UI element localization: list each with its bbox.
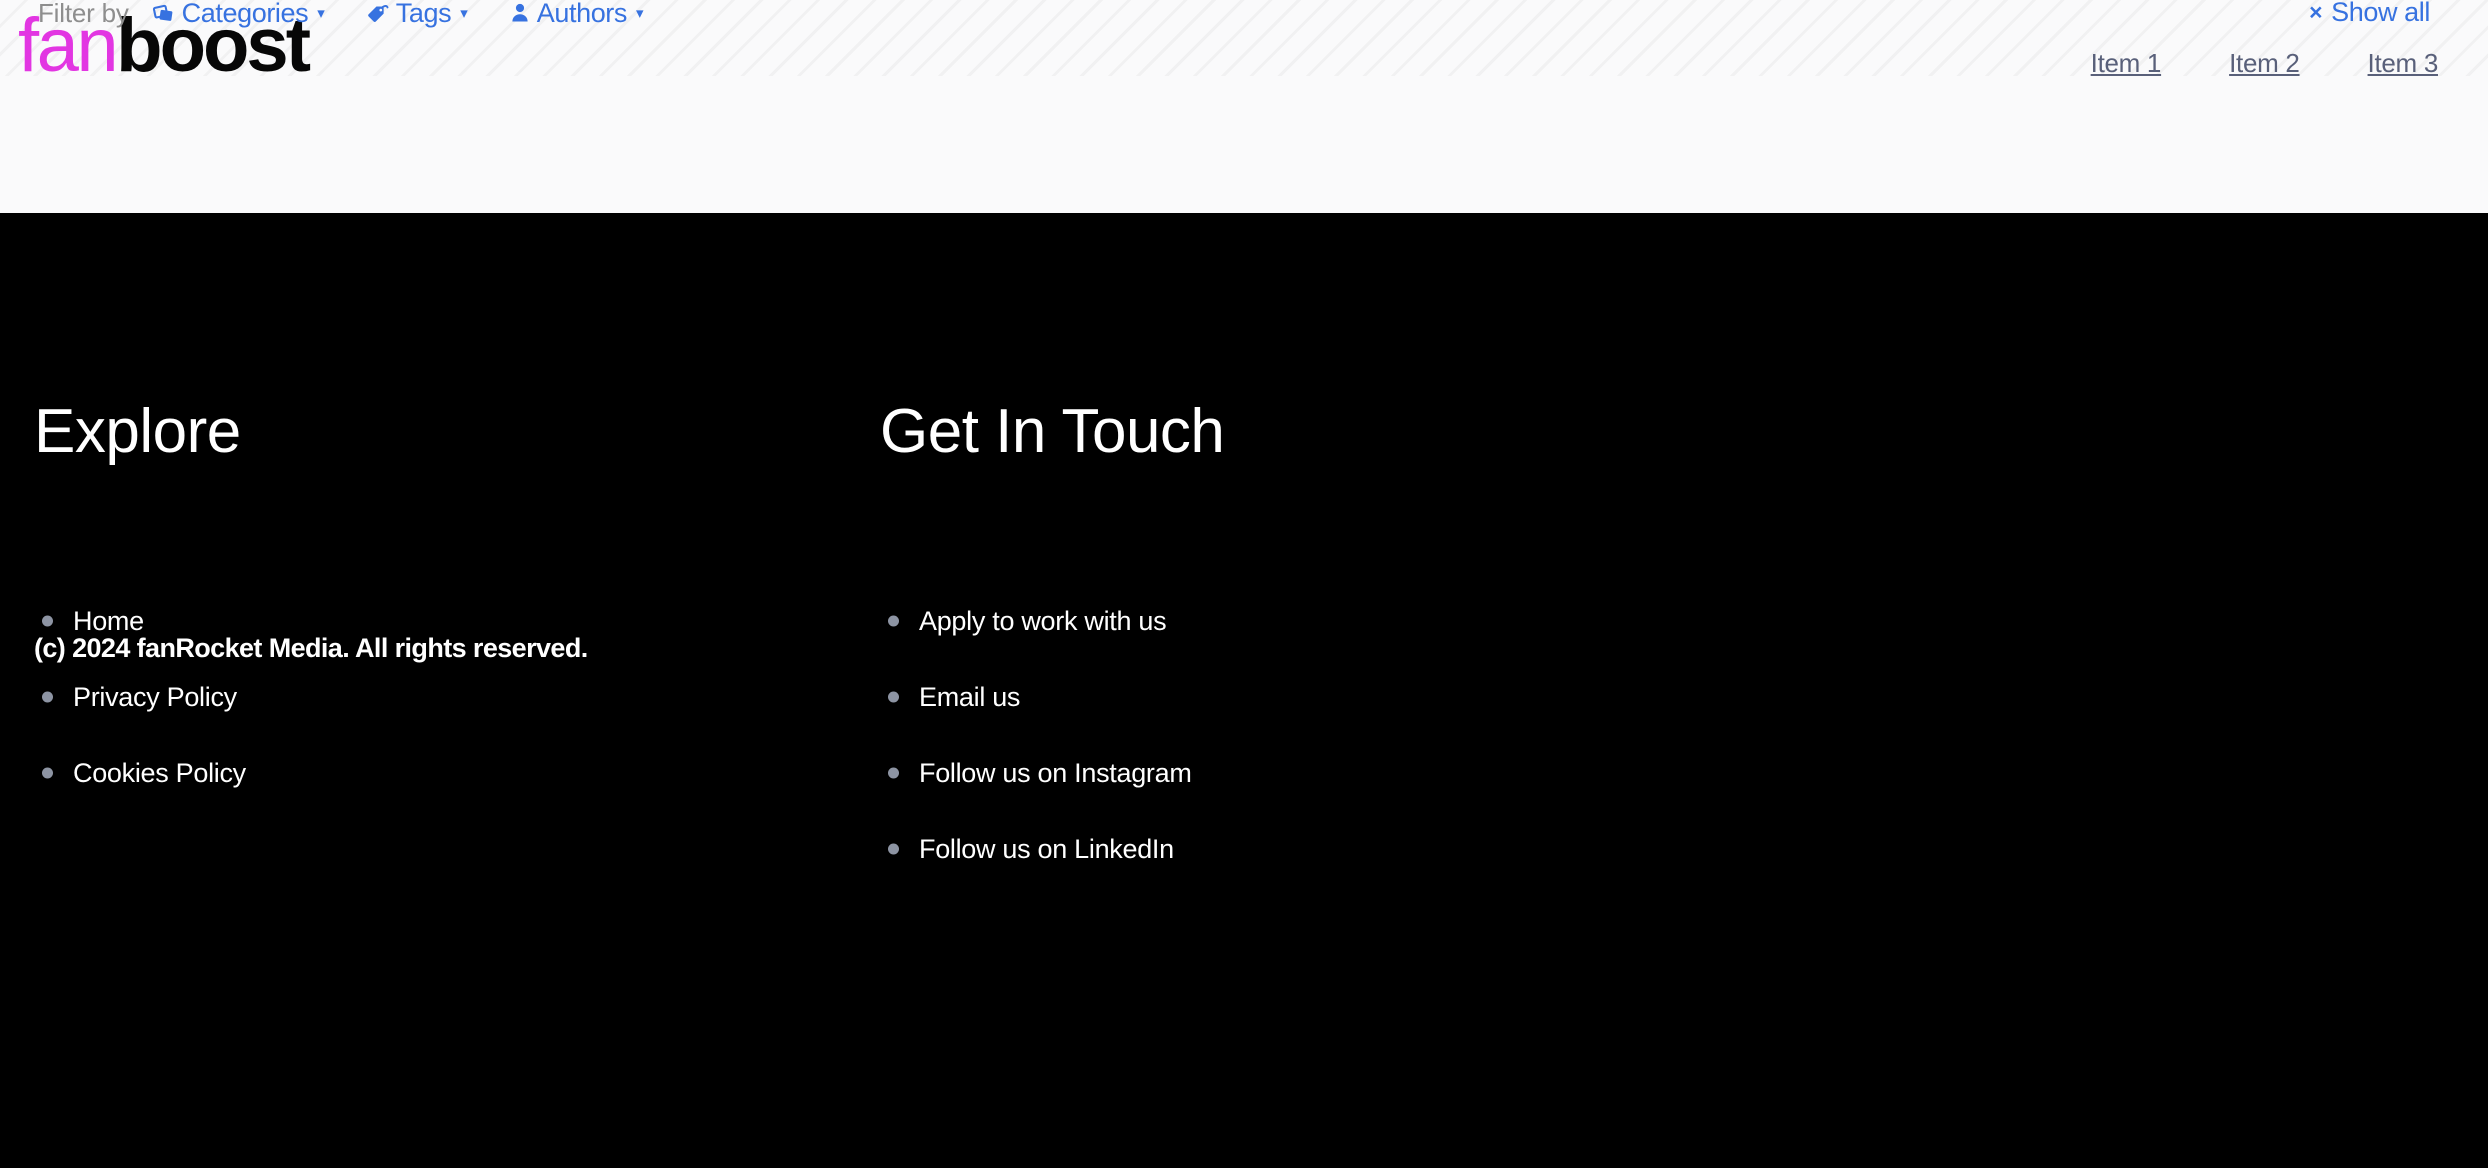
copyright-text: (c) 2024 fanRocket Media. All rights res…	[34, 633, 588, 663]
footer-link-cookies-policy[interactable]: Cookies Policy	[73, 758, 246, 789]
footer-link-instagram[interactable]: Follow us on Instagram	[919, 758, 1192, 789]
footer-columns: Explore Home Privacy Policy Cookies Poli…	[0, 213, 2488, 887]
nav-item-3[interactable]: Item 3	[2368, 48, 2439, 79]
site-footer: Explore Home Privacy Policy Cookies Poli…	[0, 213, 2488, 1168]
filter-categories[interactable]: Categories ▾	[151, 0, 325, 29]
tag-icon	[365, 0, 391, 26]
chevron-down-icon: ▾	[636, 4, 644, 22]
filter-tags[interactable]: Tags ▾	[365, 0, 468, 29]
list-item[interactable]: Privacy Policy	[34, 659, 850, 735]
person-icon	[508, 1, 532, 25]
filter-tags-label: Tags	[395, 0, 452, 28]
close-icon: ×	[2309, 0, 2323, 25]
list-item[interactable]: Follow us on LinkedIn	[880, 811, 1750, 887]
footer-link-list-contact: Apply to work with us Email us Follow us…	[880, 583, 1750, 887]
footer-link-apply-to-work[interactable]: Apply to work with us	[919, 606, 1167, 637]
primary-nav: Item 1 Item 2 Item 3	[2091, 48, 2439, 79]
filter-authors-label: Authors	[536, 0, 628, 28]
categories-stack-icon	[151, 0, 177, 26]
footer-heading-get-in-touch: Get In Touch	[880, 397, 1225, 466]
list-item[interactable]: Apply to work with us	[880, 583, 1750, 659]
filter-authors[interactable]: Authors ▾	[508, 0, 644, 29]
chevron-down-icon: ▾	[317, 4, 325, 22]
footer-heading-explore: Explore	[34, 397, 241, 466]
filter-bar: Filter by Categories ▾ Tags ▾ Authors ▾	[38, 0, 684, 30]
footer-link-home[interactable]: Home	[73, 606, 144, 637]
footer-link-linkedin[interactable]: Follow us on LinkedIn	[919, 834, 1174, 865]
nav-item-2[interactable]: Item 2	[2229, 48, 2300, 79]
filter-by-label: Filter by	[38, 0, 129, 28]
list-item[interactable]: Email us	[880, 659, 1750, 735]
list-item[interactable]: Follow us on Instagram	[880, 735, 1750, 811]
footer-column-explore: Explore Home Privacy Policy Cookies Poli…	[0, 213, 850, 887]
filter-categories-label: Categories	[181, 0, 309, 28]
chevron-down-icon: ▾	[460, 4, 468, 22]
footer-link-email-us[interactable]: Email us	[919, 682, 1020, 713]
list-item[interactable]: Cookies Policy	[34, 735, 850, 811]
footer-link-privacy-policy[interactable]: Privacy Policy	[73, 682, 237, 713]
nav-item-1[interactable]: Item 1	[2091, 48, 2162, 79]
show-all-button[interactable]: × Show all	[2309, 0, 2430, 28]
footer-column-get-in-touch: Get In Touch Apply to work with us Email…	[850, 213, 1750, 887]
site-header: Filter by Categories ▾ Tags ▾ Authors ▾ …	[0, 0, 2488, 213]
show-all-label: Show all	[2331, 0, 2430, 27]
footer-link-list-explore: Home Privacy Policy Cookies Policy	[34, 583, 850, 811]
